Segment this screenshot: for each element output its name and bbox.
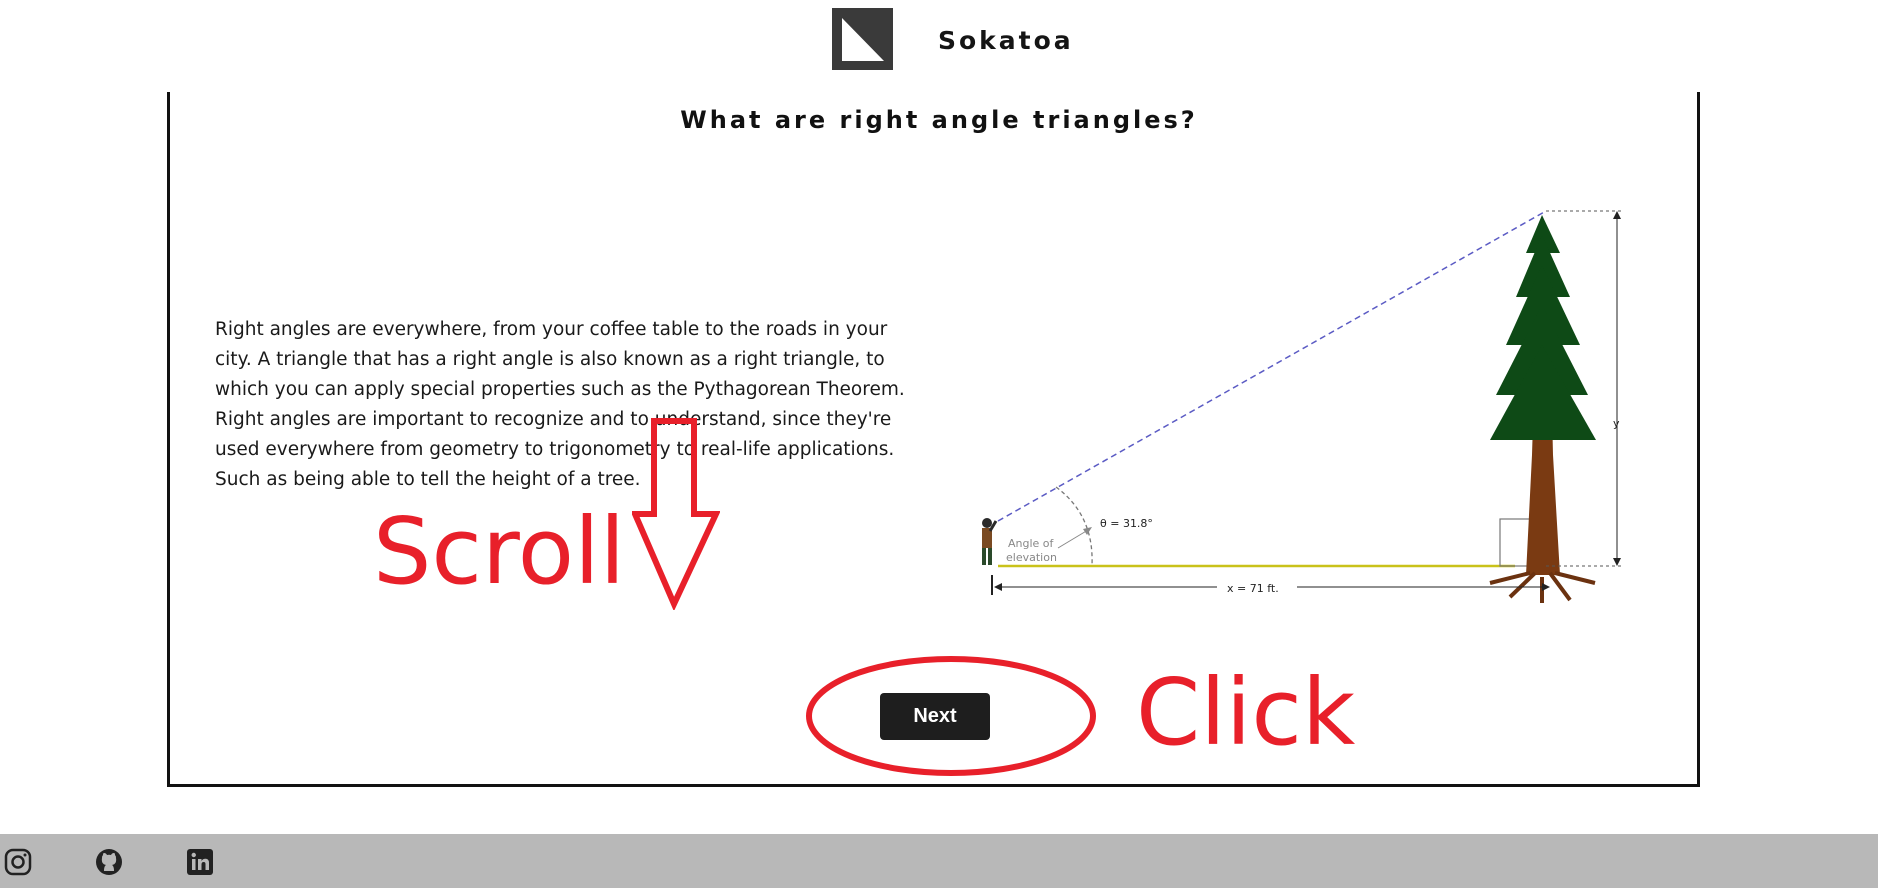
angle-caption-1: Angle of xyxy=(1008,537,1055,550)
lesson-paragraph: Right angles are everywhere, from your c… xyxy=(215,319,905,490)
tree-height-diagram: y x = 71 ft. θ = 31.8° Angle of elevatio… xyxy=(970,205,1630,615)
site-header: Sokatoa xyxy=(0,0,1878,92)
angle-value-label: θ = 31.8° xyxy=(1100,517,1153,530)
footer-bar xyxy=(0,834,1878,888)
distance-label: x = 71 ft. xyxy=(1227,582,1279,595)
scroll-annotation-label: Scroll xyxy=(373,498,626,605)
angle-caption-2: elevation xyxy=(1006,551,1057,564)
height-label: y xyxy=(1613,417,1620,430)
click-circle-annotation xyxy=(806,656,1096,776)
click-annotation-label: Click xyxy=(1136,659,1356,766)
brand-name[interactable]: Sokatoa xyxy=(938,26,1074,55)
triangle-logo-icon[interactable] xyxy=(832,8,893,70)
github-icon[interactable] xyxy=(94,847,124,877)
scroll-arrow-annotation xyxy=(632,418,720,610)
sight-line xyxy=(997,210,1547,522)
observer-figure xyxy=(982,518,998,565)
linkedin-icon[interactable] xyxy=(185,847,215,877)
page-title: What are right angle triangles? xyxy=(680,106,1198,134)
instagram-icon[interactable] xyxy=(3,847,33,877)
